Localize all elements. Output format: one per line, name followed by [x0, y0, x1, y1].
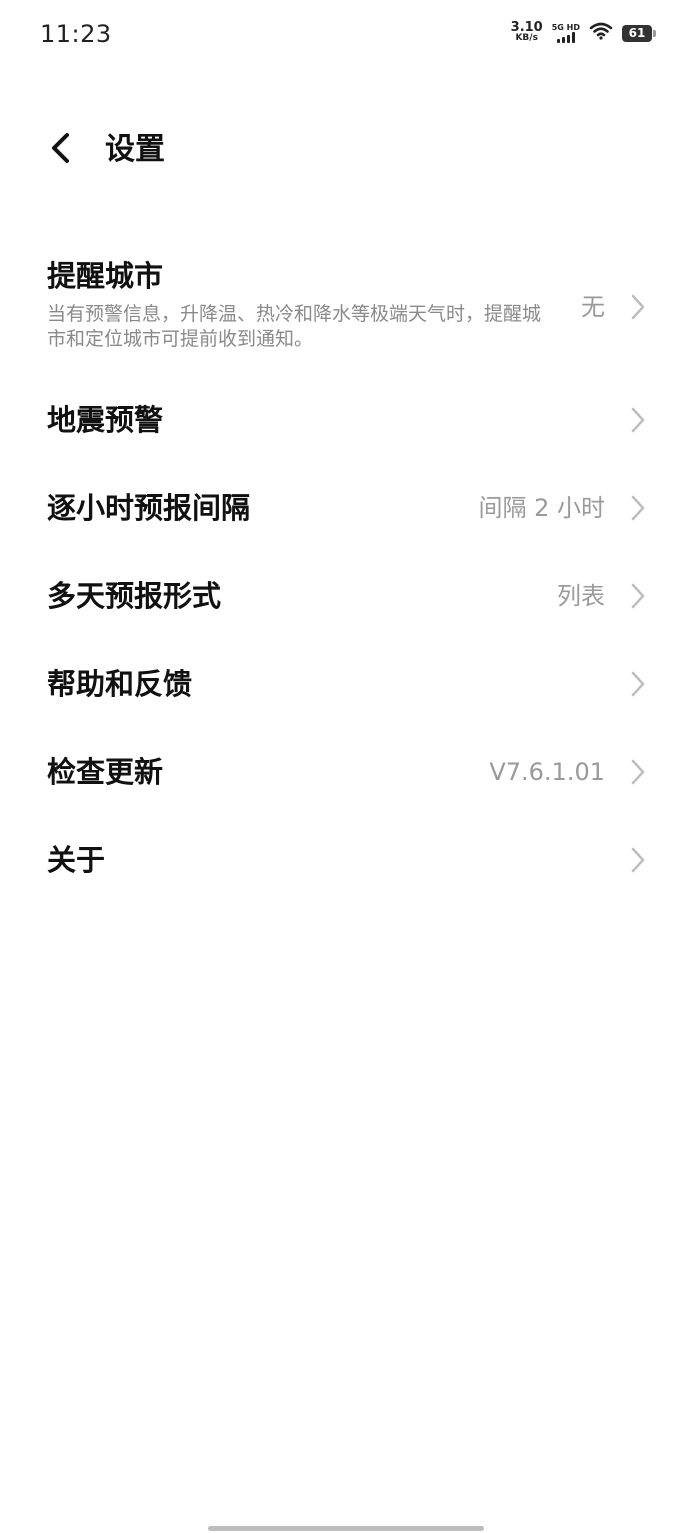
chevron-right-icon — [626, 287, 650, 327]
back-button[interactable] — [40, 130, 80, 170]
chevron-right-icon — [626, 488, 650, 528]
setting-title: 提醒城市 — [47, 259, 164, 293]
status-time: 11:23 — [40, 20, 112, 48]
setting-value: V7.6.1.01 — [489, 758, 605, 786]
setting-about[interactable]: 关于 — [0, 818, 690, 906]
network-type-tag: 5G HD — [551, 23, 580, 32]
setting-multiday-format[interactable]: 多天预报形式 列表 — [0, 554, 690, 642]
settings-list: 提醒城市 当有预警信息，升降温、热冷和降水等极端天气时，提醒城市和定位城市可提前… — [0, 240, 690, 906]
setting-earthquake-warning[interactable]: 地震预警 — [0, 378, 690, 466]
setting-title: 多天预报形式 — [47, 579, 222, 613]
setting-hourly-interval[interactable]: 逐小时预报间隔 间隔 2 小时 — [0, 466, 690, 554]
setting-check-update[interactable]: 检查更新 V7.6.1.01 — [0, 730, 690, 818]
battery-icon: 61 — [622, 24, 656, 42]
chevron-right-icon — [626, 576, 650, 616]
wifi-icon — [589, 22, 613, 44]
header: 设置 — [0, 118, 690, 188]
chevron-right-icon — [626, 752, 650, 792]
setting-title: 检查更新 — [47, 755, 164, 789]
network-speed-value: 3.10 — [510, 20, 543, 35]
setting-value: 间隔 2 小时 — [478, 494, 605, 522]
setting-reminder-city[interactable]: 提醒城市 当有预警信息，升降温、热冷和降水等极端天气时，提醒城市和定位城市可提前… — [0, 240, 690, 378]
setting-description: 当有预警信息，升降温、热冷和降水等极端天气时，提醒城市和定位城市可提前收到通知。 — [47, 303, 542, 350]
chevron-left-icon — [48, 132, 72, 168]
page-title: 设置 — [105, 132, 165, 167]
setting-help-feedback[interactable]: 帮助和反馈 — [0, 642, 690, 730]
status-bar: 11:23 3.10 KB/s 5G HD 61 — [0, 0, 690, 72]
network-speed-unit: KB/s — [515, 33, 538, 43]
home-indicator[interactable] — [208, 1526, 484, 1531]
setting-value: 列表 — [557, 582, 605, 610]
setting-title: 帮助和反馈 — [47, 667, 193, 701]
chevron-right-icon — [626, 664, 650, 704]
status-indicators: 3.10 KB/s 5G HD 61 — [510, 20, 656, 44]
chevron-right-icon — [626, 400, 650, 440]
setting-value: 无 — [581, 293, 605, 321]
setting-title: 逐小时预报间隔 — [47, 491, 251, 525]
network-speed: 3.10 KB/s — [510, 20, 543, 43]
setting-title: 地震预警 — [47, 403, 164, 437]
signal-bars-icon: 5G HD — [552, 23, 580, 43]
chevron-right-icon — [626, 840, 650, 880]
setting-title: 关于 — [47, 843, 106, 877]
